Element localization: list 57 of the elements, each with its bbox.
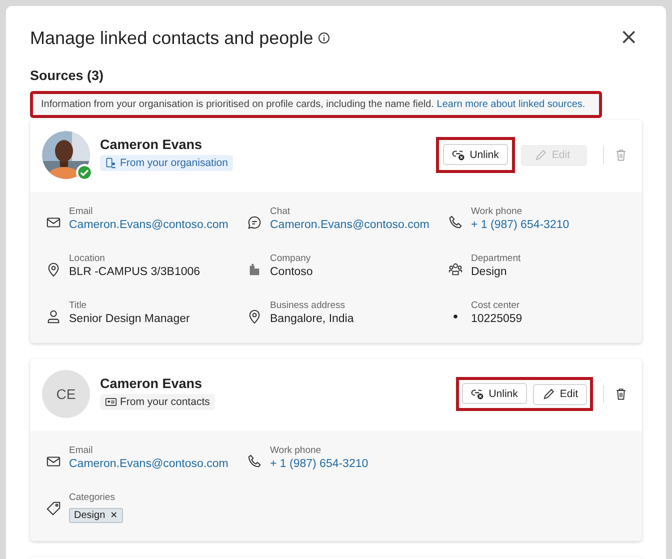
field-link[interactable]: + 1 (987) 654-3210 <box>270 458 368 470</box>
field-link[interactable]: + 1 (987) 654-3210 <box>471 219 570 231</box>
unlink-button[interactable]: Unlink <box>442 144 508 165</box>
field-label: Cost center <box>471 300 520 311</box>
initials-avatar: CE <box>42 370 90 418</box>
info-icon[interactable] <box>318 32 330 44</box>
organisation-icon <box>105 156 117 168</box>
field-value: Design <box>471 266 507 278</box>
field-value: Senior Design Manager <box>69 313 190 325</box>
source-label: From your organisation <box>120 156 228 168</box>
learn-more-link[interactable]: Learn more about linked sources. <box>436 99 586 110</box>
field-value: BLR -CAMPUS 3/3B1006 <box>69 266 200 278</box>
remove-icon[interactable]: ✕ <box>110 510 118 520</box>
pencil-icon <box>534 148 547 162</box>
field-link[interactable]: Cameron.Evans@contoso.com <box>69 458 228 470</box>
contact-name: Cameron Evans <box>100 136 204 152</box>
delete-icon[interactable] <box>614 387 628 401</box>
pencil-icon <box>542 388 555 400</box>
chat-icon <box>247 215 262 230</box>
section-heading: Sources (3) <box>30 68 105 83</box>
person-icon <box>46 309 61 324</box>
field-value: 10225059 <box>471 313 522 325</box>
field-label: Business address <box>270 300 345 311</box>
field-label: Work phone <box>471 206 522 217</box>
field-label: Company <box>270 253 311 264</box>
unlink-icon <box>470 387 484 400</box>
edit-button[interactable]: Edit <box>532 384 587 404</box>
field-link[interactable]: Cameron.Evans@contoso.com <box>270 219 430 231</box>
chip-label: Design <box>74 510 106 521</box>
field-label: Department <box>471 253 521 264</box>
phone-icon <box>247 454 262 469</box>
mail-icon <box>46 454 61 469</box>
field-label: Work phone <box>270 445 322 456</box>
location-pin-icon <box>247 309 262 324</box>
contact-name: Cameron Evans <box>100 376 204 390</box>
dialog-title: Manage linked contacts and people <box>30 28 314 48</box>
field-label: Email <box>69 445 93 456</box>
field-label: Location <box>69 253 105 264</box>
contact-card-icon <box>105 396 117 408</box>
field-value: Bangalore, India <box>270 313 354 325</box>
phone-icon <box>448 215 463 230</box>
source-label: From your contacts <box>120 396 210 408</box>
field-label: Categories <box>69 492 115 503</box>
tag-icon <box>46 501 61 516</box>
location-pin-icon <box>46 262 61 277</box>
people-icon <box>448 262 463 277</box>
mail-icon <box>46 215 61 230</box>
field-label: Email <box>69 206 93 217</box>
field-label: Chat <box>270 206 290 217</box>
unlink-icon <box>452 148 465 161</box>
unlink-button[interactable]: Unlink <box>462 383 527 404</box>
field-label: Title <box>69 300 87 311</box>
field-link[interactable]: Cameron.Evans@contoso.com <box>69 219 228 231</box>
field-value: Contoso <box>270 266 313 278</box>
banner-text: Information from your organisation is prioritised on profile cards, including the name field. Learn more about linked sources. <box>41 99 586 110</box>
close-button[interactable]: × <box>616 27 642 49</box>
building-icon <box>247 262 262 277</box>
